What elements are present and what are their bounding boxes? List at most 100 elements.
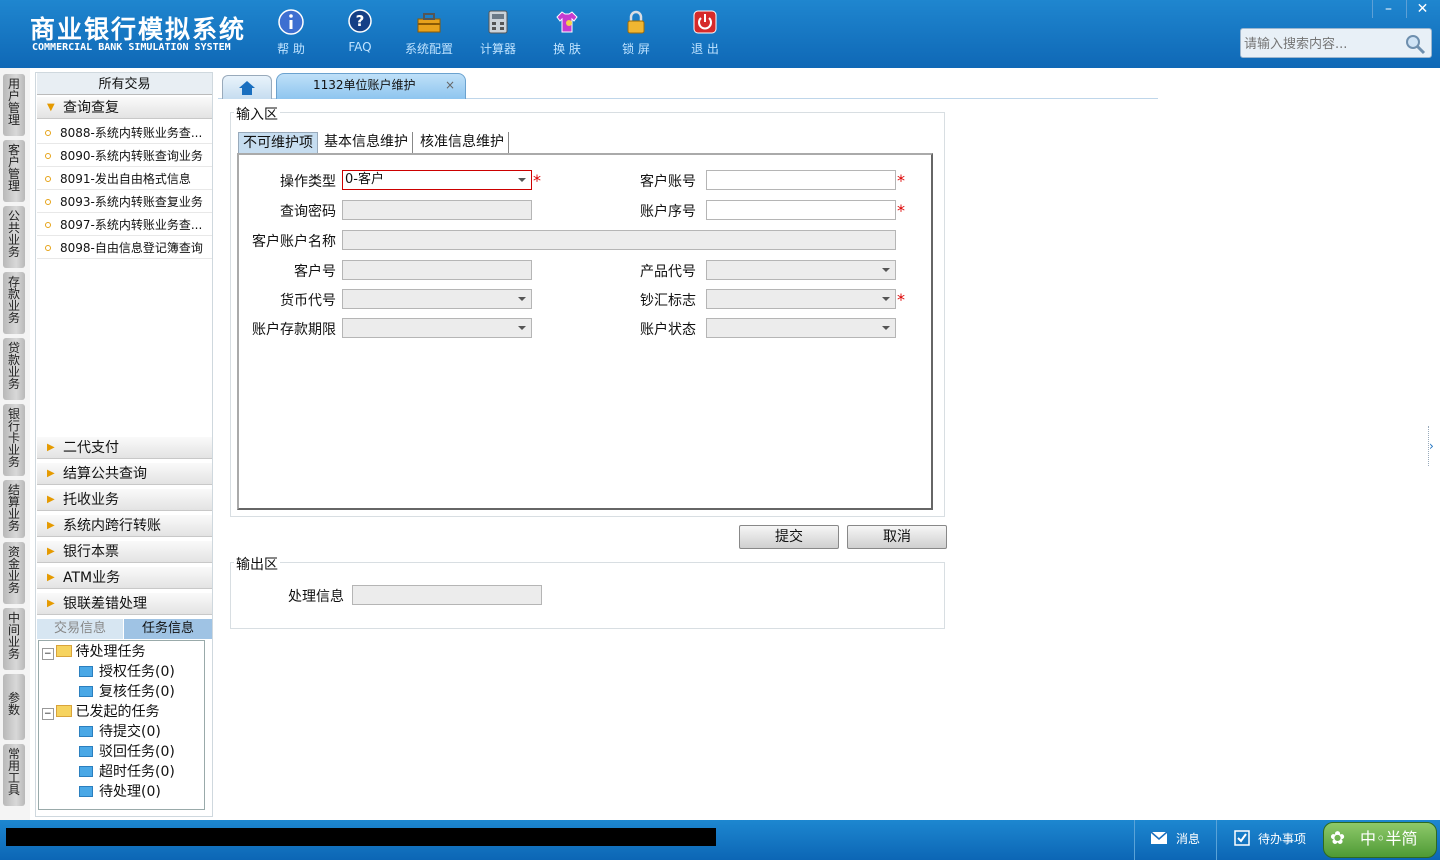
item-label: 8097-系统内转账业务查...: [60, 218, 203, 232]
vtab-funds[interactable]: 资金业务: [3, 542, 25, 604]
task-icon: [79, 766, 93, 777]
vertical-nav: 用户管理 客户管理 公共业务 存款业务 贷款业务 银行卡业务 结算业务 资金业务…: [0, 68, 30, 820]
query-pwd-input[interactable]: [342, 200, 532, 220]
ime-indicator[interactable]: ✿ 中◦半简: [1323, 822, 1437, 858]
divider: [1134, 820, 1135, 860]
sidebar-item-8097[interactable]: 8097-系统内转账业务查...: [37, 214, 212, 236]
search-icon[interactable]: [1403, 32, 1427, 56]
acct-seq-label: 账户序号: [640, 204, 696, 220]
messages-button[interactable]: 消息: [1150, 830, 1200, 847]
vtab-params[interactable]: 参数: [3, 674, 25, 740]
chevron-down-icon: [882, 326, 890, 330]
change-skin-button[interactable]: 换 肤: [534, 8, 600, 60]
faq-button[interactable]: ? FAQ: [327, 8, 393, 60]
sidebar-item-8091[interactable]: 8091-发出自由格式信息: [37, 168, 212, 190]
item-label: 8088-系统内转账业务查...: [60, 126, 203, 140]
change-skin-label: 换 肤: [553, 42, 581, 56]
group-unionpay-error[interactable]: ▶ 银联差错处理: [37, 593, 212, 615]
cancel-button[interactable]: 取消: [847, 525, 947, 549]
calculator-button[interactable]: 计算器: [465, 8, 531, 60]
close-window-button[interactable]: ✕: [1406, 0, 1438, 18]
tree-node-to-process[interactable]: 待处理(0): [79, 782, 161, 802]
acct-seq-input[interactable]: [706, 200, 896, 220]
tree-node-initiated[interactable]: − 已发起的任务: [42, 702, 160, 722]
sidebar-item-8088[interactable]: 8088-系统内转账业务查...: [37, 122, 212, 144]
group-query-reply[interactable]: ▼ 查询查复: [37, 97, 212, 119]
submit-button[interactable]: 提交: [739, 525, 839, 549]
close-tab-icon[interactable]: ×: [445, 74, 455, 96]
chevron-right-icon: ▶: [47, 572, 55, 583]
group-settlement-query[interactable]: ▶ 结算公共查询: [37, 463, 212, 485]
cust-account-input[interactable]: [706, 170, 896, 190]
op-type-select[interactable]: 0-客户: [342, 170, 532, 190]
tree-label: 待提交(0): [99, 724, 161, 740]
group-cashier-check[interactable]: ▶ 银行本票: [37, 541, 212, 563]
sidebar-item-8090[interactable]: 8090-系统内转账查询业务: [37, 145, 212, 167]
home-tab[interactable]: [222, 75, 272, 99]
tree-label: 已发起的任务: [75, 704, 160, 720]
search-input[interactable]: [1244, 35, 1404, 53]
op-type-value: 0-客户: [345, 172, 384, 187]
vtab-settlement[interactable]: 结算业务: [3, 480, 25, 538]
cust-no-input[interactable]: [342, 260, 532, 280]
subtab-approval-info[interactable]: 核准信息维护: [416, 132, 509, 154]
tab-label: 1132单位账户维护: [313, 78, 416, 92]
tree-node-pending[interactable]: − 待处理任务: [42, 642, 146, 662]
subtab-basic-info[interactable]: 基本信息维护: [320, 132, 413, 154]
acct-name-input[interactable]: [342, 230, 896, 250]
product-code-select[interactable]: [706, 260, 896, 280]
group-collection[interactable]: ▶ 托收业务: [37, 489, 212, 511]
lock-screen-button[interactable]: 锁 屏: [603, 8, 669, 60]
bullet-icon: [45, 153, 51, 159]
tree-node-to-submit[interactable]: 待提交(0): [79, 722, 161, 742]
mail-icon: [1150, 831, 1168, 844]
group-label: 托收业务: [63, 492, 119, 508]
vtab-intermediary[interactable]: 中间业务: [3, 608, 25, 670]
group-second-gen-payment[interactable]: ▶ 二代支付: [37, 437, 212, 459]
vtab-customer-mgmt[interactable]: 客户管理: [3, 140, 25, 202]
chevron-right-icon: ▶: [47, 598, 55, 609]
cash-flag-select[interactable]: [706, 289, 896, 309]
folder-icon: [55, 705, 72, 717]
tree-node-rejected[interactable]: 驳回任务(0): [79, 742, 175, 762]
vtab-user-mgmt[interactable]: 用户管理: [3, 74, 25, 136]
tree-node-timeout[interactable]: 超时任务(0): [79, 762, 175, 782]
help-button[interactable]: 帮 助: [258, 8, 324, 60]
vtab-deposit[interactable]: 存款业务: [3, 272, 25, 334]
tree-node-review[interactable]: 复核任务(0): [79, 682, 175, 702]
tab-transaction-info[interactable]: 交易信息: [37, 619, 123, 639]
collapse-icon: −: [42, 708, 54, 720]
group-label: 银联差错处理: [63, 596, 147, 612]
tab-bar: 1132单位账户维护 ×: [218, 72, 1158, 99]
tab-1132-account-maint[interactable]: 1132单位账户维护 ×: [276, 73, 466, 99]
sidebar-title: 所有交易: [37, 73, 212, 95]
group-label: 银行本票: [63, 544, 119, 560]
chevron-right-icon[interactable]: ›: [1428, 426, 1438, 466]
tree-label: 授权任务(0): [99, 664, 175, 680]
tab-task-info[interactable]: 任务信息: [124, 619, 212, 639]
process-info-label: 处理信息: [288, 589, 344, 605]
minimize-button[interactable]: –: [1372, 0, 1404, 18]
item-label: 8090-系统内转账查询业务: [60, 149, 203, 163]
group-atm[interactable]: ▶ ATM业务: [37, 567, 212, 589]
group-interbank-transfer[interactable]: ▶ 系统内跨行转账: [37, 515, 212, 537]
vtab-public-business[interactable]: 公共业务: [3, 206, 25, 268]
tree-node-auth[interactable]: 授权任务(0): [79, 662, 175, 682]
exit-button[interactable]: 退 出: [672, 8, 738, 60]
vtab-tools[interactable]: 常用工具: [3, 744, 25, 806]
vtab-bank-card[interactable]: 银行卡业务: [3, 404, 25, 476]
todo-button[interactable]: 待办事项: [1234, 830, 1306, 847]
task-icon: [79, 746, 93, 757]
sidebar-item-8098[interactable]: 8098-自由信息登记簿查询: [37, 237, 212, 259]
chevron-down-icon: [882, 297, 890, 301]
sidebar-item-8093[interactable]: 8093-系统内转账查复业务: [37, 191, 212, 213]
checkbox-icon: [1234, 830, 1250, 846]
chevron-down-icon: [518, 326, 526, 330]
currency-select[interactable]: [342, 289, 532, 309]
todo-label: 待办事项: [1258, 832, 1307, 846]
system-config-button[interactable]: 系统配置: [396, 8, 462, 60]
status-select[interactable]: [706, 318, 896, 338]
vtab-loan[interactable]: 贷款业务: [3, 338, 25, 400]
subtab-non-maintainable[interactable]: 不可维护项: [238, 132, 318, 154]
term-select[interactable]: [342, 318, 532, 338]
